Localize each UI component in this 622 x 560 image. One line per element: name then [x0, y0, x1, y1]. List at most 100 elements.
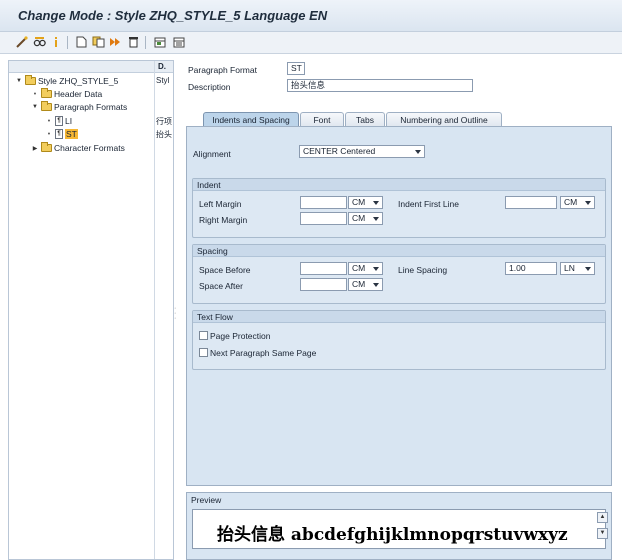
indent-group-title: Indent	[193, 179, 605, 191]
left-margin-unit-select[interactable]: CM	[348, 196, 383, 209]
left-margin-field[interactable]	[300, 196, 347, 209]
next-paragraph-same-page-label: Next Paragraph Same Page	[210, 348, 317, 358]
page-protection-checkbox[interactable]	[199, 331, 208, 340]
expand-down-icon[interactable]: ▼	[15, 78, 23, 84]
indent-first-line-field[interactable]	[505, 196, 557, 209]
right-margin-field[interactable]	[300, 212, 347, 225]
alignment-select[interactable]: CENTER Centered	[299, 145, 425, 158]
space-before-unit: CM	[352, 263, 366, 273]
alignment-value: CENTER Centered	[303, 146, 376, 156]
page-title: Change Mode : Style ZHQ_STYLE_5 Language…	[18, 8, 328, 23]
title-bar: Change Mode : Style ZHQ_STYLE_5 Language…	[0, 0, 622, 32]
tree-node-character-formats[interactable]: ▶ Character Formats	[31, 142, 125, 154]
left-margin-label: Left Margin	[199, 199, 242, 209]
new-page-icon[interactable]	[74, 35, 88, 49]
tree-node-label-selected: ST	[65, 129, 78, 139]
leaf-bullet-icon: •	[47, 117, 51, 125]
tree-header	[9, 61, 173, 73]
tree-node-label: Style ZHQ_STYLE_5	[38, 76, 119, 86]
tree-node-header-data[interactable]: • Header Data	[31, 88, 102, 100]
paragraph-format-label: Paragraph Format	[188, 65, 257, 75]
tab-tabs[interactable]: Tabs	[345, 112, 385, 127]
tab-indents-and-spacing[interactable]: Indents and Spacing	[203, 112, 299, 127]
style-tree-panel: D. ▼ Style ZHQ_STYLE_5 Styl • Header Dat…	[8, 60, 174, 560]
application-toolbar	[0, 32, 622, 54]
forward-icon[interactable]	[108, 35, 122, 49]
line-spacing-field[interactable]: 1.00	[505, 262, 557, 275]
column-divider	[154, 61, 155, 559]
tab-font[interactable]: Font	[300, 112, 344, 127]
toolbar-separator	[145, 36, 146, 49]
space-before-field[interactable]	[300, 262, 347, 275]
indent-first-line-unit-select[interactable]: CM	[560, 196, 595, 209]
tab-panel-indents-and-spacing: Alignment CENTER Centered Indent Left Ma…	[186, 126, 612, 486]
toolbar-separator	[67, 36, 68, 49]
description-field[interactable]: 抬头信息	[287, 79, 473, 92]
preview-text: 抬头信息 abcdefghijklmnopqrstuvwxyz	[217, 525, 568, 545]
right-margin-label: Right Margin	[199, 215, 248, 225]
space-before-label: Space Before	[199, 265, 251, 275]
tree-node-label: Header Data	[54, 89, 103, 99]
preview-panel: Preview 抬头信息 abcdefghijklmnopqrstuvwxyz …	[186, 492, 612, 560]
text-flow-group: Text Flow Page Protection Next Paragraph…	[192, 310, 606, 370]
alignment-label: Alignment	[193, 149, 231, 159]
line-spacing-unit-select[interactable]: LN	[560, 262, 595, 275]
tree-node-description: Styl	[156, 76, 170, 85]
right-margin-unit: CM	[352, 213, 366, 223]
chevron-down-icon	[415, 150, 421, 154]
description-label: Description	[188, 82, 231, 92]
tree-node-label: Character Formats	[54, 143, 125, 153]
indent-group: Indent Left Margin CM Right Margin CM In…	[192, 178, 606, 238]
paragraph-format-icon: ¶	[55, 129, 63, 139]
space-before-unit-select[interactable]: CM	[348, 262, 383, 275]
tree-node-st[interactable]: • ¶ ST	[45, 128, 78, 140]
leaf-bullet-icon: •	[33, 90, 37, 98]
space-after-unit: CM	[352, 279, 366, 289]
scroll-down-button[interactable]: ▼	[597, 528, 608, 539]
tree-node-root[interactable]: ▼ Style ZHQ_STYLE_5	[15, 75, 118, 87]
space-after-label: Space After	[199, 281, 243, 291]
glasses-icon[interactable]	[32, 35, 46, 49]
leaf-bullet-icon: •	[47, 130, 51, 138]
chevron-down-icon	[585, 267, 591, 271]
spacing-group-title: Spacing	[193, 245, 605, 257]
grid-deselect-icon[interactable]	[172, 35, 186, 49]
preview-area: 抬头信息 abcdefghijklmnopqrstuvwxyz	[192, 509, 606, 549]
page-protection-label: Page Protection	[210, 331, 271, 341]
chevron-down-icon	[373, 201, 379, 205]
wand-icon[interactable]	[15, 35, 29, 49]
text-flow-group-title: Text Flow	[193, 311, 605, 323]
line-spacing-unit: LN	[564, 263, 575, 273]
spacing-group: Spacing Space Before CM Space After CM L…	[192, 244, 606, 304]
expand-down-icon[interactable]: ▼	[31, 104, 39, 110]
folder-icon	[41, 142, 52, 152]
paragraph-format-field[interactable]: ST	[287, 62, 305, 75]
next-paragraph-same-page-checkbox[interactable]	[199, 348, 208, 357]
folder-open-icon	[41, 101, 52, 111]
tree-node-description: 抬头	[156, 130, 172, 139]
tree-node-label: Paragraph Formats	[54, 102, 128, 112]
copy-icon[interactable]	[91, 35, 105, 49]
pane-splitter-handle[interactable]: · · ·	[174, 305, 176, 322]
right-margin-unit-select[interactable]: CM	[348, 212, 383, 225]
description-column-header: D.	[158, 62, 166, 71]
expand-right-icon[interactable]: ▶	[31, 145, 39, 152]
grid-select-icon[interactable]	[153, 35, 167, 49]
left-margin-unit: CM	[352, 197, 366, 207]
preview-title: Preview	[191, 495, 222, 505]
folder-icon	[41, 88, 52, 98]
scroll-up-button[interactable]: ▲	[597, 512, 608, 523]
space-after-unit-select[interactable]: CM	[348, 278, 383, 291]
space-after-field[interactable]	[300, 278, 347, 291]
indent-first-line-label: Indent First Line	[398, 199, 459, 209]
paragraph-format-icon: ¶	[55, 116, 63, 126]
info-icon[interactable]	[49, 35, 63, 49]
chevron-down-icon	[585, 201, 591, 205]
indent-first-line-unit: CM	[564, 197, 578, 207]
delete-icon[interactable]	[126, 35, 140, 49]
chevron-down-icon	[373, 267, 379, 271]
tab-numbering-and-outline[interactable]: Numbering and Outline	[386, 112, 502, 127]
tree-node-li[interactable]: • ¶ LI	[45, 115, 72, 127]
tree-node-paragraph-formats[interactable]: ▼ Paragraph Formats	[31, 101, 127, 113]
chevron-down-icon	[373, 217, 379, 221]
